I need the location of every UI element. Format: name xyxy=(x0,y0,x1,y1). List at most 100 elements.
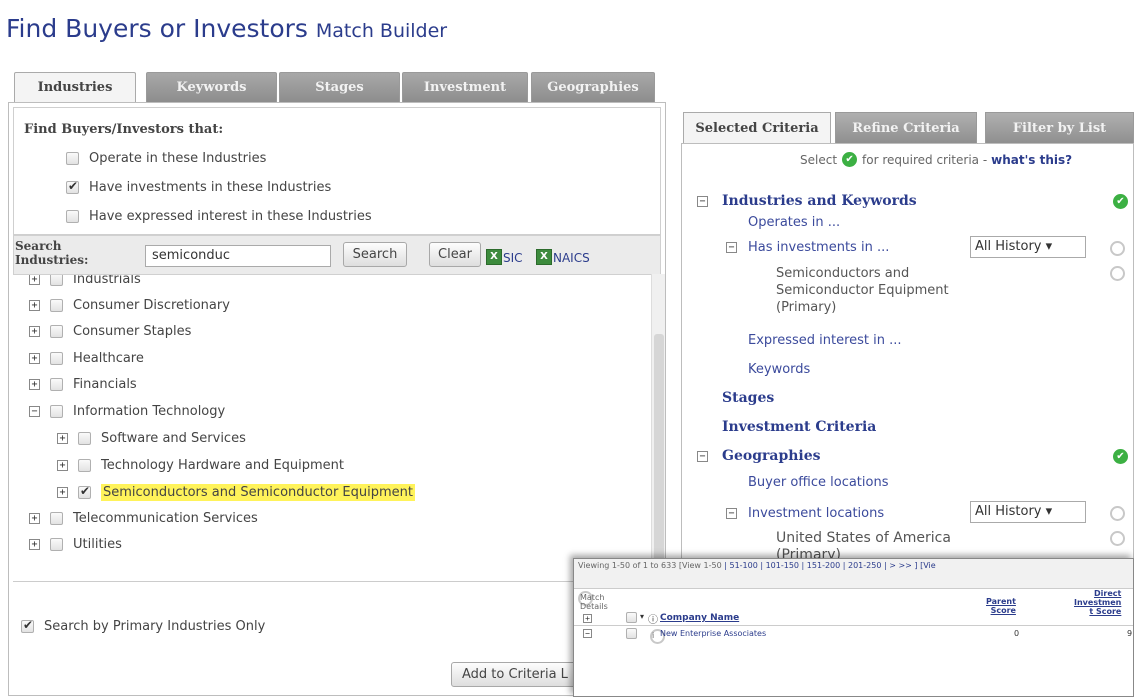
option-have-investments[interactable]: Have investments in these Industries xyxy=(66,177,331,197)
whats-this-link[interactable]: what's this? xyxy=(991,153,1072,167)
company-name-header[interactable]: Company Name xyxy=(660,613,739,623)
row-checkbox[interactable] xyxy=(626,628,637,639)
expand-icon[interactable]: + xyxy=(29,538,40,550)
tree-item-label: Healthcare xyxy=(73,350,144,366)
expand-icon[interactable]: + xyxy=(57,432,68,444)
clear-button[interactable]: Clear xyxy=(429,242,481,267)
sic-link[interactable]: X SIC xyxy=(486,249,523,265)
checkbox-checked[interactable] xyxy=(78,484,91,499)
keywords-link[interactable]: Keywords xyxy=(748,362,810,377)
tree-item-utilities[interactable]: + Utilities xyxy=(29,533,122,555)
add-to-criteria-button[interactable]: Add to Criteria L xyxy=(451,662,591,687)
checkbox[interactable] xyxy=(50,404,63,418)
tree-item-consumer-staples[interactable]: + Consumer Staples xyxy=(29,320,191,342)
has-investments-link[interactable]: Has investments in ... xyxy=(748,240,889,255)
search-button[interactable]: Search xyxy=(343,242,407,267)
required-criteria-note: Select ✔ for required criteria - what's … xyxy=(800,152,1072,167)
checkbox[interactable] xyxy=(50,298,63,312)
optional-circle-icon[interactable] xyxy=(1110,266,1125,281)
checkbox-checked[interactable] xyxy=(21,618,34,633)
tree-item-consumer-discretionary[interactable]: + Consumer Discretionary xyxy=(29,294,230,316)
expand-icon[interactable]: + xyxy=(29,512,40,524)
semiconductor-criterion: Semiconductors and Semiconductor Equipme… xyxy=(776,265,949,316)
tab-stages[interactable]: Stages xyxy=(279,72,400,103)
select-all-checkbox[interactable] xyxy=(626,612,637,623)
tab-refine-criteria[interactable]: Refine Criteria xyxy=(835,112,977,144)
header-line: Details xyxy=(580,602,608,611)
find-options-box: Find Buyers/Investors that: Operate in t… xyxy=(13,107,661,235)
tree-item-label: Financials xyxy=(73,376,137,392)
checkbox[interactable] xyxy=(50,377,63,391)
required-check-icon[interactable]: ✔ xyxy=(1113,194,1128,209)
collapse-row-icon[interactable]: − xyxy=(583,629,592,638)
checkbox[interactable] xyxy=(66,151,79,165)
required-check-icon[interactable]: ✔ xyxy=(1113,449,1128,464)
operates-in-link[interactable]: Operates in ... xyxy=(748,215,840,230)
collapse-icon[interactable]: − xyxy=(29,405,40,417)
naics-link[interactable]: X NAICS xyxy=(536,249,590,265)
tree-item-healthcare[interactable]: + Healthcare xyxy=(29,347,144,369)
expand-icon[interactable]: + xyxy=(29,299,40,311)
direct-investment-score-header[interactable]: Direct Investmen t Score xyxy=(1074,589,1121,616)
history-select[interactable]: All History ▾ xyxy=(970,236,1086,258)
checkbox[interactable] xyxy=(66,209,79,223)
stages-heading[interactable]: Stages xyxy=(722,390,774,406)
expand-icon[interactable]: + xyxy=(57,486,68,498)
investment-criteria-heading[interactable]: Investment Criteria xyxy=(722,419,876,435)
checkbox[interactable] xyxy=(78,458,91,472)
company-name-cell[interactable]: New Enterprise Associates xyxy=(660,629,766,638)
expand-icon[interactable]: + xyxy=(29,378,40,390)
checkbox[interactable] xyxy=(50,511,63,525)
note-suffix: for required criteria - xyxy=(862,152,988,167)
checkbox[interactable] xyxy=(50,351,63,365)
search-input[interactable]: semiconduc xyxy=(145,245,331,267)
expressed-interest-link[interactable]: Expressed interest in ... xyxy=(748,333,902,348)
checkbox[interactable] xyxy=(50,324,63,338)
optional-circle-icon[interactable] xyxy=(1110,241,1125,256)
checkbox[interactable] xyxy=(50,537,63,551)
expand-icon[interactable]: + xyxy=(57,459,68,471)
optional-circle-icon[interactable] xyxy=(1110,531,1125,546)
tab-investment[interactable]: Investment xyxy=(402,72,528,103)
primary-only-option[interactable]: Search by Primary Industries Only xyxy=(21,616,265,636)
scrollbar-thumb[interactable] xyxy=(654,334,664,574)
collapse-icon[interactable]: − xyxy=(726,242,737,253)
search-label-line2: Industries: xyxy=(15,253,89,267)
expand-icon[interactable]: + xyxy=(29,275,40,285)
tree-scrollbar[interactable] xyxy=(651,274,665,579)
tab-filter-by-list[interactable]: Filter by List xyxy=(985,112,1134,144)
history-select-value: All History xyxy=(975,239,1042,254)
expand-icon[interactable]: + xyxy=(29,352,40,364)
checkbox-checked[interactable] xyxy=(66,179,79,194)
criterion-line: Semiconductors and xyxy=(776,266,910,281)
expand-icon[interactable]: + xyxy=(29,325,40,337)
buyer-office-link[interactable]: Buyer office locations xyxy=(748,475,888,490)
page-links[interactable]: | 51-100 | 101-150 | 151-200 | 201-250 |… xyxy=(724,561,935,570)
tree-item-industrials[interactable]: + Industrials xyxy=(29,275,141,290)
info-icon[interactable]: ⓘ xyxy=(648,611,658,626)
checkbox[interactable] xyxy=(50,275,63,286)
tree-item-software-services[interactable]: + Software and Services xyxy=(57,427,246,449)
tab-industries[interactable]: Industries xyxy=(14,72,136,105)
select-dropdown-icon[interactable]: ▾ xyxy=(640,612,644,621)
option-operate[interactable]: Operate in these Industries xyxy=(66,148,266,168)
optional-circle-icon[interactable] xyxy=(1110,506,1125,521)
checkbox[interactable] xyxy=(78,431,91,445)
tree-item-technology-hardware[interactable]: + Technology Hardware and Equipment xyxy=(57,454,344,476)
tree-item-information-technology[interactable]: − Information Technology xyxy=(29,400,225,422)
collapse-icon[interactable]: − xyxy=(726,508,737,519)
expand-all-icon[interactable]: + xyxy=(583,614,592,623)
collapse-icon[interactable]: − xyxy=(697,196,708,207)
tab-selected-criteria[interactable]: Selected Criteria xyxy=(683,112,831,144)
option-expressed-interest[interactable]: Have expressed interest in these Industr… xyxy=(66,206,372,226)
tab-geographies[interactable]: Geographies xyxy=(531,72,655,103)
parent-score-header[interactable]: Parent Score xyxy=(986,597,1016,615)
investment-locations-link[interactable]: Investment locations xyxy=(748,506,884,521)
header-line: Parent xyxy=(986,597,1016,606)
tree-item-semiconductors[interactable]: + Semiconductors and Semiconductor Equipm… xyxy=(57,481,415,503)
tab-keywords[interactable]: Keywords xyxy=(146,72,277,103)
history-select-2[interactable]: All History ▾ xyxy=(970,501,1086,523)
tree-item-telecommunication[interactable]: + Telecommunication Services xyxy=(29,507,258,529)
tree-item-financials[interactable]: + Financials xyxy=(29,373,137,395)
collapse-icon[interactable]: − xyxy=(697,451,708,462)
